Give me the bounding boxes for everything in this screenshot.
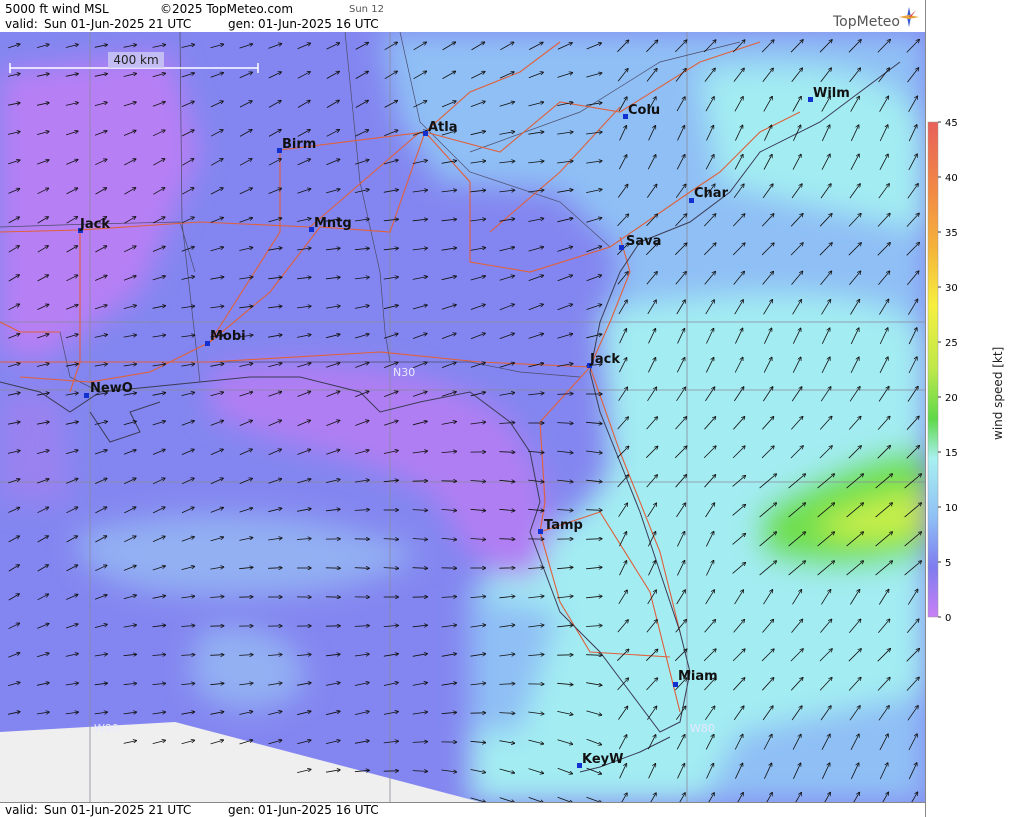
grid-label-w80: W80 xyxy=(690,722,715,735)
city-newo[interactable]: NewO xyxy=(84,381,133,398)
city-atla[interactable]: Atla xyxy=(423,120,458,136)
legend-tick-label: 10 xyxy=(945,503,958,514)
city-label: Sava xyxy=(626,234,661,249)
city-tamp[interactable]: Tamp xyxy=(538,518,583,534)
compass-logo-icon xyxy=(899,7,919,27)
city-colu[interactable]: Colu xyxy=(623,103,660,119)
valid-label: valid: xyxy=(5,17,38,31)
city-char[interactable]: Char xyxy=(689,186,729,203)
legend-tick-label: 20 xyxy=(945,393,958,404)
city-marker xyxy=(619,245,624,250)
grid-label-w90: W90 xyxy=(94,722,119,735)
city-jack-ms[interactable]: Jack xyxy=(78,217,110,233)
city-wilm[interactable]: Wilm xyxy=(808,86,850,102)
city-label: Mobi xyxy=(210,329,246,344)
city-label: Birm xyxy=(282,137,316,152)
scale-bar-label: 400 km xyxy=(113,53,158,67)
legend-tick-label: 40 xyxy=(945,173,958,184)
footer-valid-time: Sun 01-Jun-2025 21 UTC xyxy=(44,803,192,817)
footer-gen-time: 01-Jun-2025 16 UTC xyxy=(258,803,379,817)
wind-map[interactable]: 400 km N30 W90 W80 Birm Atla Colu Wilm C… xyxy=(0,32,926,802)
city-marker xyxy=(84,393,89,398)
legend-tick-label: 15 xyxy=(945,448,958,459)
city-label: NewO xyxy=(90,381,133,396)
city-sava[interactable]: Sava xyxy=(619,234,661,250)
city-label: Char xyxy=(694,186,729,201)
valid-time: Sun 01-Jun-2025 21 UTC xyxy=(44,17,192,31)
map-frame-right xyxy=(925,0,926,817)
legend-tick-label: 25 xyxy=(945,338,958,349)
grid-label-n30: N30 xyxy=(393,366,415,379)
footer-gen-label: gen: xyxy=(228,803,255,817)
wind-speed-legend: 45 40 35 30 25 20 15 10 5 0 wind speed [kt] xyxy=(927,118,1005,624)
legend-tick-label: 5 xyxy=(945,558,951,569)
legend-ticks: 45 40 35 30 25 20 15 10 5 0 xyxy=(938,118,958,624)
wind-map-canvas: 400 km N30 W90 W80 Birm Atla Colu Wilm C… xyxy=(0,32,926,802)
city-birm[interactable]: Birm xyxy=(277,137,316,153)
city-label: Jack xyxy=(79,217,110,232)
legend-tick-label: 30 xyxy=(945,283,958,294)
city-mobi[interactable]: Mobi xyxy=(205,329,246,346)
run-tag: Sun 12 xyxy=(349,4,384,15)
topmeteo-logo: TopMeteo xyxy=(833,14,900,30)
city-jack-fl[interactable]: Jack xyxy=(587,352,620,368)
city-mntg[interactable]: Mntg xyxy=(309,216,352,232)
city-label: KeyW xyxy=(582,752,623,767)
city-label: Jack xyxy=(589,352,620,367)
legend-tick-label: 45 xyxy=(945,118,958,129)
city-marker xyxy=(538,529,543,534)
legend-tick-label: 35 xyxy=(945,228,958,239)
product-title: 5000 ft wind MSL xyxy=(5,2,109,16)
legend-tick-label: 0 xyxy=(945,613,951,624)
copyright: ©2025 TopMeteo.com xyxy=(160,2,294,16)
gen-label: gen: xyxy=(228,17,255,31)
city-label: Colu xyxy=(628,103,660,118)
city-label: Wilm xyxy=(813,86,850,101)
legend-title: wind speed [kt] xyxy=(991,347,1005,440)
city-label: Atla xyxy=(428,120,458,135)
city-label: Miam xyxy=(678,669,718,684)
city-label: Mntg xyxy=(314,216,352,231)
city-label: Tamp xyxy=(544,518,583,533)
legend-color-bar xyxy=(927,121,939,618)
footer-valid-label: valid: xyxy=(5,803,38,817)
city-keyw[interactable]: KeyW xyxy=(577,752,623,768)
gen-time: 01-Jun-2025 16 UTC xyxy=(258,17,379,31)
